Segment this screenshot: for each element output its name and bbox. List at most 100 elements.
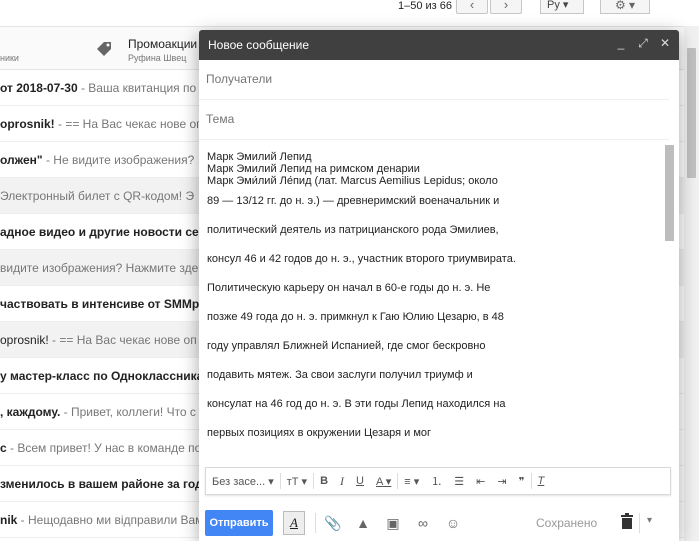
message-snippet: - Не видите изображения? [42,153,195,167]
expand-icon[interactable]: ⤢ [637,36,649,51]
compose-title: Новое сообщение [208,38,310,52]
body-scrollbar[interactable] [665,143,674,465]
drive-icon[interactable]: ▲ [354,515,372,531]
message-subject: от 2018-07-30 [0,81,78,95]
message-subject: nik [0,513,18,527]
input-tools-button[interactable]: Ру ▾ [540,0,584,14]
body-line: году управлял Ближней Испанией, где смог… [207,340,486,352]
bulleted-list-button[interactable]: ☰ [448,475,470,488]
link-icon[interactable]: ∞ [414,515,432,531]
indent-more-icon: ⇥ [497,475,507,488]
bulleted-list-icon: ☰ [454,475,465,488]
close-icon[interactable]: ✕ [659,36,671,51]
body-line: консул 46 и 42 годов до н. э., участник … [207,253,516,265]
message-snippet: - Ваша квитанция по [77,81,197,95]
message-snippet: Электронный билет с QR-кодом! Э [0,189,195,203]
body-line: Марк Эми́лий Ле́пид (лат. Marcus Aemiliu… [207,175,498,187]
message-subject: oprosnik! [0,117,55,131]
input-tools-label: Ру [547,0,560,11]
trash-icon[interactable] [620,513,634,529]
underline-button[interactable]: U [350,475,370,487]
font-size-button[interactable]: тТ ▾ [281,475,313,488]
message-subject: зменилось в вашем районе за год [0,477,203,491]
message-subject: у мастер-класс по Одноклассника [0,369,204,383]
message-body[interactable]: Марк Эмилий Лепид Марк Эмилий Лепид на ри… [199,143,679,465]
indent-less-icon: ⇤ [476,475,486,488]
tab-promotions-sender: Руфина Швец [128,53,187,63]
font-select[interactable]: Без засе... ▾ [206,475,280,488]
paperclip-icon[interactable]: 📎 [324,515,342,532]
message-snippet: - Привет, коллеги! Что с [60,405,196,419]
chevron-left-icon: ‹ [469,0,475,12]
settings-button[interactable]: ⚙ ▾ [600,0,650,14]
minimize-icon[interactable]: _ [615,36,627,51]
send-button[interactable]: Отправить [205,510,273,536]
formatting-options-toggle[interactable]: A [283,511,305,535]
remove-formatting-button[interactable]: T [532,475,551,487]
message-snippet: - == На Вас чекає нове оп [54,117,203,131]
message-snippet: - == На Вас чекає нове оп [48,333,197,347]
inbox-scroll-thumb[interactable] [687,48,696,178]
inbox-scrollbar[interactable] [684,26,699,541]
subject-input[interactable] [206,112,646,126]
body-line: Политическую карьеру он начал в 60-е год… [207,282,491,294]
indent-more-button[interactable]: ⇥ [491,475,512,488]
divider [639,513,640,533]
italic-button[interactable]: I [334,474,350,489]
body-line: 89 — 13/12 гг. до н. э.) — древнеримский… [207,195,500,207]
quote-icon: ❞ [518,475,525,488]
tag-icon [97,42,111,56]
body-scroll-thumb[interactable] [665,145,674,241]
inbox-toolbar: 1–50 из 66 ‹ › Ру ▾ ⚙ ▾ [0,0,699,26]
message-subject: олжен" [0,153,43,167]
body-line: подавить мятеж. За свои заслуги получил … [207,369,473,381]
subject-row [199,100,669,140]
tab-social[interactable]: ники [0,27,90,70]
message-subject: с [0,441,7,455]
bold-button[interactable]: B [314,475,334,487]
pagination-text: 1–50 из 66 [398,0,453,12]
message-snippet: - Нещодавно ми відправили Вам [17,513,204,527]
body-line: первых позициях в окружении Цезаря и мог [207,427,432,439]
text-color-button[interactable]: A ▾ [370,475,397,488]
tab-promotions[interactable]: Промоакции Руфина Швец [90,27,210,70]
indent-less-button[interactable]: ⇤ [470,475,491,488]
tab-promotions-label: Промоакции [128,37,198,51]
chevron-right-icon: › [503,0,509,12]
font-size-label: тТ [286,475,299,488]
gear-icon: ⚙ ▾ [614,0,636,12]
align-icon: ≡ [404,475,411,488]
divider [315,513,316,533]
recipients-input[interactable] [206,72,646,86]
emoji-icon[interactable]: ☺ [444,515,462,531]
font-select-label: Без засе... [212,475,266,488]
body-line: Марк Эмилий Лепид [207,151,312,163]
message-subject: частвовать в интенсиве от SMMp [0,297,200,311]
body-line: позже 49 года до н. э. примкнул к Гаю Юл… [207,311,504,323]
recipients-row [199,60,669,100]
message-snippet: видите изображения? Нажмите зде [0,261,199,275]
formatting-toolbar: Без засе... ▾ тТ ▾ B I U A ▾ ≡ ▾ ⒈ ☰ ⇤ ⇥… [205,467,671,495]
text-color-label: A [375,475,383,488]
align-button[interactable]: ≡ ▾ [398,475,425,488]
message-subject: oprosnik! [0,333,49,347]
more-options-icon[interactable]: ▾ [647,515,652,526]
photo-icon[interactable]: ▣ [384,515,402,532]
compose-header[interactable]: Новое сообщение _ ⤢ ✕ [199,30,679,60]
body-line: консулат на 46 год до н. э. В эти годы Л… [207,398,506,410]
numbered-list-button[interactable]: ⒈ [425,473,448,489]
newer-button[interactable]: › [490,0,522,14]
compose-window: Новое сообщение _ ⤢ ✕ Марк Эмилий ЛепидМ… [199,30,679,541]
message-body-text[interactable]: Марк Эмилий Лепид Марк Эмилий Лепид на ри… [207,151,652,448]
compose-footer: Отправить A 📎 ▲ ▣ ∞ ☺ Сохранено ▾ [199,505,679,541]
remove-formatting-icon: T [537,475,545,487]
older-button[interactable]: ‹ [456,0,488,14]
numbered-list-icon: ⒈ [431,476,443,488]
message-subject: , каждому. [0,405,61,419]
saved-status: Сохранено [536,516,598,530]
message-snippet: - Всем привет! У нас в команде по [6,441,202,455]
quote-button[interactable]: ❞ [513,475,531,488]
body-line: политический деятель из патрицианского р… [207,224,499,236]
tab-social-sub: ники [0,53,19,63]
message-subject: адное видео и другие новости сер [0,225,207,239]
